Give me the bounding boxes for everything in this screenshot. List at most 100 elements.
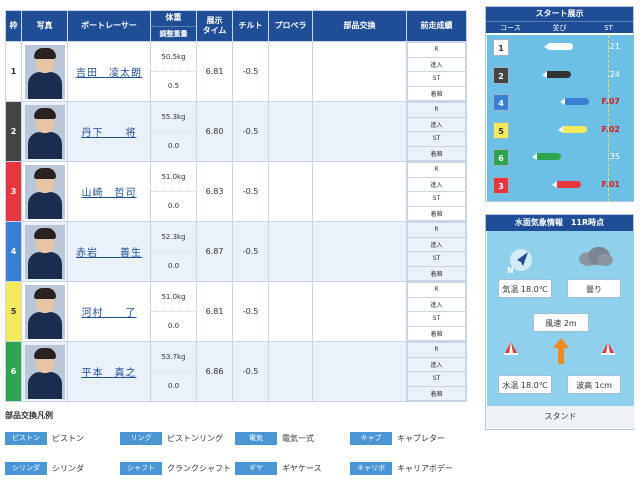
racer-weight: 51.0kg [151,163,196,192]
prev-result-cell: R 進入 ST 着順 [406,341,467,402]
air-temp-box: 気温 18.0℃ [498,279,552,298]
racer-weight: 51.0kg [151,283,196,312]
racer-row: 4 赤岩 善生 52.3kg 0.0 6.87 -0.5 R 進入 ST 着順 [5,221,467,282]
parts-cell [312,41,407,102]
racer-name-link[interactable]: 丹下 将 [82,128,137,139]
start-timing: F.07 [601,97,620,106]
start-row: 1.21 [487,35,634,62]
racer-photo [21,101,68,162]
legend-tag: キャリボ [350,461,392,475]
exhibit-time: 6.87 [196,221,233,282]
racer-photo [21,341,68,402]
waku-number: 6 [5,341,22,402]
racer-avatar [24,224,65,279]
racer-row: 6 平本 真之 53.7kg 0.0 6.86 -0.5 R 進入 ST 着順 [5,341,467,402]
legend-desc: ギヤケース [282,463,322,473]
prev-label: 進入 [407,116,466,132]
start-timing: .21 [607,42,620,51]
header-propeller: プロペラ [268,10,313,42]
legend-desc: クランクシャフト [167,463,231,473]
racer-name-cell: 吉田 凌太朗 [67,41,151,102]
course-number: 5 [493,121,509,139]
racer-photo [21,281,68,342]
boat-icon [544,43,573,50]
course-number: 3 [493,176,509,194]
racer-table: 枠 写真 ボートレーサー 体重 調整重量 展示 タイム チルト プロペラ 部品交換 … [5,10,467,402]
exhibit-time: 6.81 [196,281,233,342]
legend-tag: シャフト [120,461,162,475]
racer-row: 5 河村 了 51.0kg 0.0 6.81 -0.5 R 進入 ST 着順 [5,281,467,342]
prev-label: 着順 [407,205,466,221]
cloud-icon [579,247,613,266]
legend-item: キャリボ キャリアボデー [350,461,465,475]
racer-avatar [24,284,65,339]
prev-label: ST [407,371,466,387]
racer-row: 1 吉田 凌太朗 50.5kg 0.5 6.81 -0.5 R 進入 ST 着順 [5,41,467,102]
tilt-value: -0.5 [232,161,269,222]
waku-number: 2 [5,101,22,162]
prev-label: R [407,342,466,358]
legend-tag: リング [120,431,162,445]
prev-label: 進入 [407,356,466,372]
sky-box: 曇り [567,279,621,298]
prev-label: ST [407,311,466,327]
racer-weight: 50.5kg [151,43,196,72]
prev-result-cell: R 進入 ST 着順 [406,281,467,342]
racer-name-cell: 河村 了 [67,281,151,342]
prev-label: R [407,162,466,178]
adjust-weight: 0.5 [167,81,180,90]
start-timing: F.02 [601,124,620,134]
racer-name-link[interactable]: 山崎 哲司 [82,188,137,199]
boat-icon [558,125,587,133]
legend-item: キャブ キャブレター [350,431,465,445]
waku-number: 3 [5,161,22,222]
racer-name-link[interactable]: 吉田 凌太朗 [76,68,142,79]
header-waku: 枠 [5,10,22,42]
legend-item: 電気 電気一式 [235,431,350,445]
racer-name-link[interactable]: 平本 真之 [82,368,137,379]
prev-label: ST [407,131,466,147]
legend-tag: キャブ [350,431,392,445]
propeller-cell [268,101,313,162]
boat-icon [560,98,589,105]
racer-avatar [24,104,65,159]
racer-photo [21,161,68,222]
racer-name-cell: 山崎 哲司 [67,161,151,222]
legend-row: シリンダ シリンダ シャフト クランクシャフト ギヤ ギヤケース キャリボ キャリアボデー [5,461,480,475]
parts-cell [312,101,407,162]
stand-label: スタンド [487,406,634,428]
prev-label: 進入 [407,56,466,72]
racer-name-link[interactable]: 河村 了 [82,308,137,319]
col-order: 並び [552,24,567,32]
start-row: 3 F.01 [487,173,634,200]
course-number: 6 [493,149,509,166]
weather-panel: 水面気象情報 11R時点 N 気温 18.0℃ 曇り 風速 2m 水温 18.0… [485,214,634,430]
prev-label: R [407,282,466,298]
propeller-cell [268,221,313,282]
legend-desc: ピストン [52,433,84,443]
prev-label: ST [407,251,466,267]
start-timing: F.01 [601,179,620,189]
course-number: 4 [493,94,509,111]
legend-item: シャフト クランクシャフト [120,461,235,475]
header-exhibit-time: 展示 タイム [196,10,233,42]
propeller-cell [268,281,313,342]
racer-weight: 53.7kg [151,343,196,372]
start-row: 4 F.07 [487,90,634,117]
col-course: コース [500,24,521,32]
legend-row: ピストン ピストン リング ピストンリング 電気 電気一式 キャブ キャブレター [5,431,480,445]
weight-cell: 53.7kg 0.0 [150,341,197,402]
parts-cell [312,341,407,402]
tilt-value: -0.5 [232,281,269,342]
header-weight: 体重 調整重量 [150,10,197,42]
tilt-value: -0.5 [232,101,269,162]
prev-label: R [407,42,466,58]
racer-name-link[interactable]: 赤岩 善生 [76,248,142,259]
legend-title: 部品交換凡例 [5,411,53,420]
start-row: 6.35 [487,145,634,172]
propeller-cell [268,161,313,222]
header-tilt: チルト [232,10,269,42]
start-row: 2.24 [487,63,634,90]
compass-north-label: N [507,266,514,275]
header-prev: 前走成績 [406,10,467,42]
